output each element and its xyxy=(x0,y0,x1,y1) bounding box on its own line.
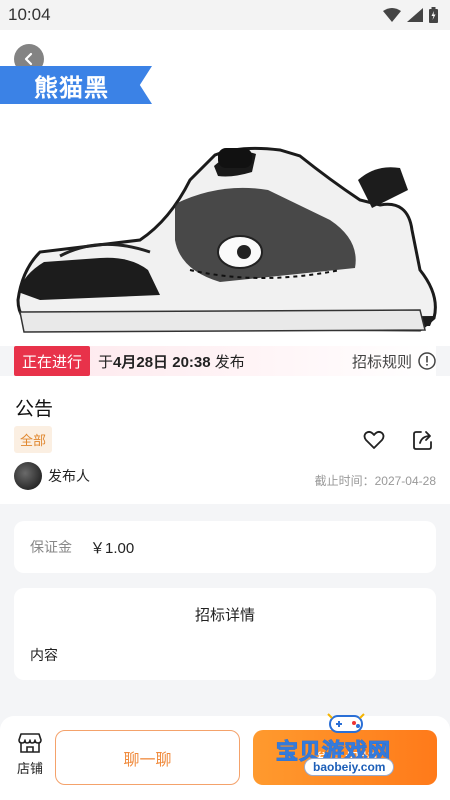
status-icons xyxy=(383,7,438,23)
listing-info: 公告 全部 发布人 截止时间：2027-04-28 xyxy=(0,376,450,504)
publish-date: 4月28日 xyxy=(113,353,169,371)
status-badge: 正在进行 xyxy=(14,346,91,376)
brand-ribbon: 熊猫黑 xyxy=(0,66,152,104)
avatar xyxy=(14,462,42,490)
product-image: 熊猫黑 xyxy=(0,30,450,346)
signal-icon xyxy=(407,8,423,22)
deposit-label: 保证金 xyxy=(30,539,72,555)
bid-details-content: 内容 xyxy=(30,647,58,663)
deposit-value: ￥1.00 xyxy=(90,539,135,557)
bottom-action-bar: 店铺 聊一聊 参与投标 xyxy=(0,716,450,800)
wifi-icon xyxy=(383,8,401,22)
bid-details-card: 招标详情 内容 xyxy=(14,588,436,680)
chevron-left-icon xyxy=(24,52,33,66)
chat-button[interactable]: 聊一聊 xyxy=(55,730,240,785)
deposit-card: 保证金 ￥1.00 xyxy=(14,521,436,573)
deadline: 截止时间：2027-04-28 xyxy=(315,472,436,489)
info-icon xyxy=(418,352,436,370)
brand-label: 熊猫黑 xyxy=(34,74,109,102)
shop-label: 店铺 xyxy=(16,761,43,776)
deadline-value: 2027-04-28 xyxy=(374,474,436,488)
publisher-name: 发布人 xyxy=(48,468,90,484)
deadline-label: 截止时间： xyxy=(314,474,375,488)
publish-prefix: 于 xyxy=(98,353,114,371)
publish-time: 20:38 xyxy=(172,353,211,371)
category-tag[interactable]: 全部 xyxy=(14,426,53,453)
rules-label: 招标规则 xyxy=(351,353,412,371)
bidding-rules-link[interactable]: 招标规则 xyxy=(352,351,436,372)
store-icon xyxy=(18,733,42,753)
publish-info: 于4月28日 20:38 发布 xyxy=(98,351,245,372)
share-icon[interactable] xyxy=(411,428,435,452)
page-title: 公告 xyxy=(15,399,54,420)
publisher[interactable]: 发布人 xyxy=(14,462,90,490)
bid-details-title: 招标详情 xyxy=(194,607,255,624)
bid-button[interactable]: 参与投标 xyxy=(253,730,437,785)
auction-status-strip: 正在进行 于4月28日 20:38 发布 招标规则 xyxy=(14,346,436,376)
heart-icon[interactable] xyxy=(362,428,386,452)
status-bar: 10:04 xyxy=(0,0,450,30)
battery-icon xyxy=(429,7,438,23)
status-time: 10:04 xyxy=(8,5,51,24)
publish-suffix: 发布 xyxy=(214,353,245,371)
shop-button[interactable]: 店铺 xyxy=(12,732,48,782)
